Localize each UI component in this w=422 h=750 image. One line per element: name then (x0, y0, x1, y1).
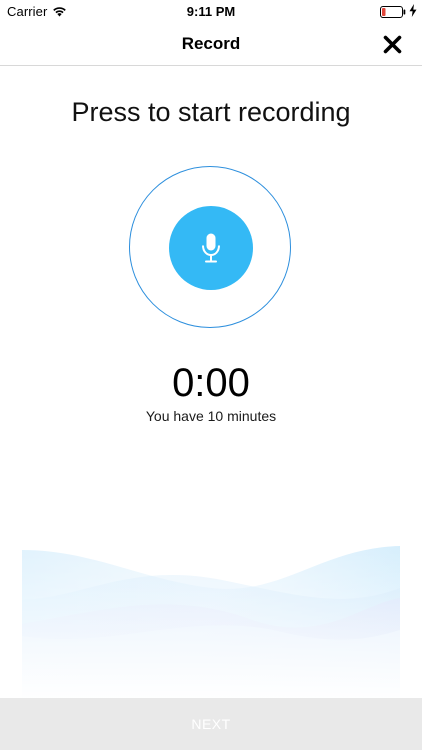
recording-timer: 0:00 (172, 361, 250, 405)
battery-low-icon (380, 5, 406, 18)
close-icon (383, 35, 402, 54)
status-time: 9:11 PM (186, 4, 236, 19)
navigation-bar: Record (0, 22, 422, 66)
page-title: Record (181, 34, 241, 53)
decorative-wave (22, 540, 400, 700)
next-button[interactable]: NEXT (0, 698, 422, 750)
close-button[interactable] (378, 30, 406, 58)
record-button[interactable] (169, 206, 253, 290)
microphone-icon (200, 232, 222, 264)
charging-bolt-icon (409, 4, 417, 17)
record-screen: Carrier 9:11 PM Record Press to start re… (0, 0, 422, 750)
record-instruction: Press to start recording (71, 97, 351, 127)
status-bar: Carrier 9:11 PM (0, 0, 422, 22)
time-limit-text: You have 10 minutes (145, 408, 277, 424)
